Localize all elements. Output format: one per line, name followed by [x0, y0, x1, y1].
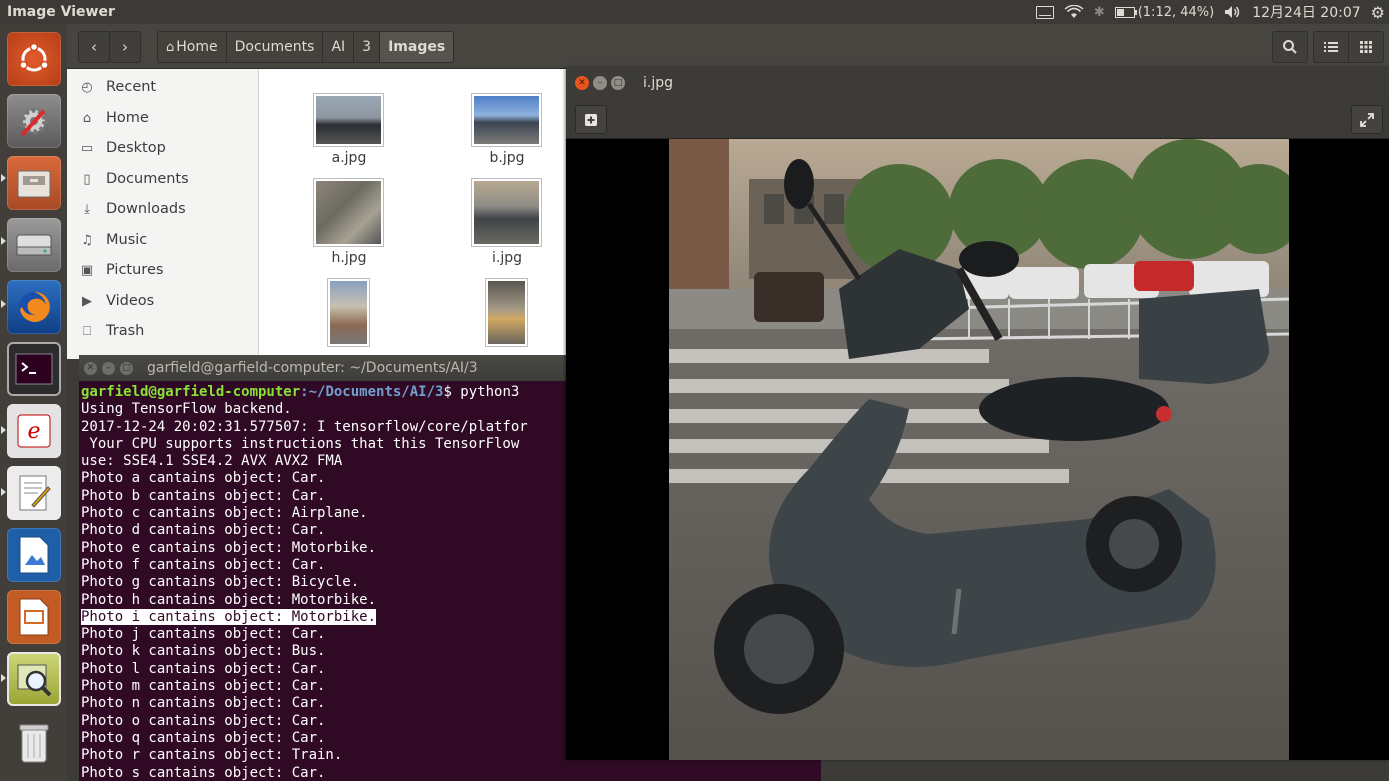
- sidebar-item-music[interactable]: ♫ Music: [79, 228, 147, 252]
- home-icon: ⌂: [82, 110, 92, 126]
- sidebar-item-desktop[interactable]: ▭ Desktop: [79, 136, 166, 160]
- active-app-title: Image Viewer: [7, 4, 115, 20]
- search-button[interactable]: [1272, 31, 1308, 63]
- file-thumbnail[interactable]: [485, 278, 528, 347]
- trash-icon: ⎕: [83, 323, 91, 339]
- disk-icon[interactable]: [7, 218, 61, 272]
- battery-icon: [1114, 6, 1137, 18]
- file-thumbnail-i[interactable]: [471, 178, 542, 247]
- file-thumbnail[interactable]: [327, 278, 370, 347]
- image-viewer-titlebar: ✕ – □ i.jpg: [566, 68, 1389, 98]
- system-settings-icon[interactable]: [7, 94, 61, 148]
- trash-icon[interactable]: [7, 716, 61, 770]
- camera-icon: ▣: [80, 262, 94, 278]
- sidebar-item-trash[interactable]: ⎕ Trash: [79, 319, 144, 343]
- keyboard-icon[interactable]: [1035, 5, 1054, 19]
- sidebar-item-downloads[interactable]: ⤓ Downloads: [79, 197, 186, 221]
- sidebar-item-documents[interactable]: ▯ Documents: [79, 167, 188, 191]
- download-icon: ⤓: [84, 201, 90, 217]
- image-viewer-window: ✕ – □ i.jpg: [566, 68, 1389, 760]
- app-icon-e[interactable]: e: [7, 404, 61, 458]
- file-name[interactable]: a.jpg: [299, 150, 399, 166]
- indicator-area: ✱ (1:12, 44%) 12月24日 20:07 ⚙: [1035, 0, 1389, 24]
- breadcrumb-documents[interactable]: Documents: [226, 32, 324, 62]
- files-icon[interactable]: [7, 156, 61, 210]
- breadcrumb: ⌂ Home Documents AI 3 Images: [157, 31, 455, 63]
- libreoffice-impress-icon[interactable]: [7, 590, 61, 644]
- music-icon: ♫: [81, 232, 93, 248]
- wifi-icon[interactable]: [1064, 5, 1084, 19]
- home-icon: ⌂: [166, 39, 175, 55]
- list-icon: [1324, 42, 1338, 52]
- file-name[interactable]: i.jpg: [457, 250, 557, 266]
- grid-view-button[interactable]: [1348, 31, 1384, 63]
- file-thumbnail-b[interactable]: [471, 93, 542, 147]
- file-thumbnail-a[interactable]: [313, 93, 384, 147]
- folder-icon: ▭: [80, 140, 94, 156]
- file-name[interactable]: h.jpg: [299, 250, 399, 266]
- minimize-button[interactable]: –: [593, 76, 607, 90]
- breadcrumb-home[interactable]: ⌂ Home: [158, 32, 227, 62]
- back-button[interactable]: ‹: [78, 31, 110, 63]
- viewer-title: i.jpg: [643, 75, 674, 91]
- video-icon: ▶: [82, 293, 92, 309]
- close-button[interactable]: ✕: [84, 361, 97, 375]
- list-view-button[interactable]: [1313, 31, 1349, 63]
- forward-button[interactable]: ›: [109, 31, 141, 63]
- libreoffice-draw-icon[interactable]: [7, 528, 61, 582]
- image-viewer-icon[interactable]: [7, 652, 61, 706]
- text-editor-icon[interactable]: [7, 466, 61, 520]
- fullscreen-button[interactable]: [1351, 105, 1383, 134]
- sidebar-item-videos[interactable]: ▶ Videos: [79, 289, 154, 313]
- launcher: e: [0, 24, 67, 781]
- breadcrumb-3[interactable]: 3: [354, 32, 381, 62]
- document-icon: ▯: [83, 171, 91, 187]
- bluetooth-icon[interactable]: ✱: [1094, 5, 1105, 20]
- displayed-image[interactable]: [669, 139, 1289, 760]
- sidebar-item-home[interactable]: ⌂ Home: [79, 106, 149, 130]
- expand-icon: [1360, 112, 1374, 127]
- grid-icon: [1360, 41, 1372, 53]
- sidebar-item-recent[interactable]: ◴ Recent: [79, 75, 156, 99]
- file-thumbnail-h[interactable]: [313, 178, 384, 247]
- ubuntu-dash-icon[interactable]: [7, 32, 61, 86]
- maximize-button[interactable]: □: [611, 76, 625, 90]
- terminal-title: garfield@garfield-computer: ~/Documents/…: [147, 360, 478, 376]
- terminal-line: Photo s cantains object: Car.: [81, 764, 326, 781]
- terminal-icon[interactable]: [7, 342, 61, 396]
- volume-icon[interactable]: [1224, 5, 1242, 19]
- image-viewer-toolbar: [566, 98, 1389, 139]
- top-panel: Image Viewer ✱ (1:12, 44%) 12月24日 20:07 …: [0, 0, 1389, 24]
- minimize-button[interactable]: –: [102, 361, 115, 375]
- battery-indicator[interactable]: (1:12, 44%): [1114, 4, 1215, 20]
- sidebar-item-pictures[interactable]: ▣ Pictures: [79, 258, 164, 282]
- file-name[interactable]: b.jpg: [457, 150, 557, 166]
- breadcrumb-images[interactable]: Images: [380, 32, 454, 62]
- battery-text: (1:12, 44%): [1137, 4, 1215, 20]
- gallery-toggle-button[interactable]: [575, 105, 607, 134]
- clock-icon: ◴: [81, 79, 93, 95]
- svg-text:e: e: [27, 419, 40, 444]
- search-icon: [1283, 40, 1297, 54]
- places-sidebar: ◴ Recent ⌂ Home ▭ Desktop ▯ Documents ⤓ Downl…: [67, 69, 259, 359]
- file-view: a.jpg b.jpg h.jpg i.jpg: [259, 69, 569, 359]
- file-manager-header: ‹ › ⌂ Home Documents AI 3 Images: [67, 24, 1389, 69]
- gear-icon[interactable]: ⚙: [1371, 3, 1385, 22]
- close-button[interactable]: ✕: [575, 76, 589, 90]
- plus-icon: [585, 113, 597, 126]
- firefox-icon[interactable]: [7, 280, 61, 334]
- breadcrumb-ai[interactable]: AI: [323, 32, 355, 62]
- maximize-button[interactable]: □: [120, 361, 133, 375]
- clock[interactable]: 12月24日 20:07: [1252, 2, 1360, 22]
